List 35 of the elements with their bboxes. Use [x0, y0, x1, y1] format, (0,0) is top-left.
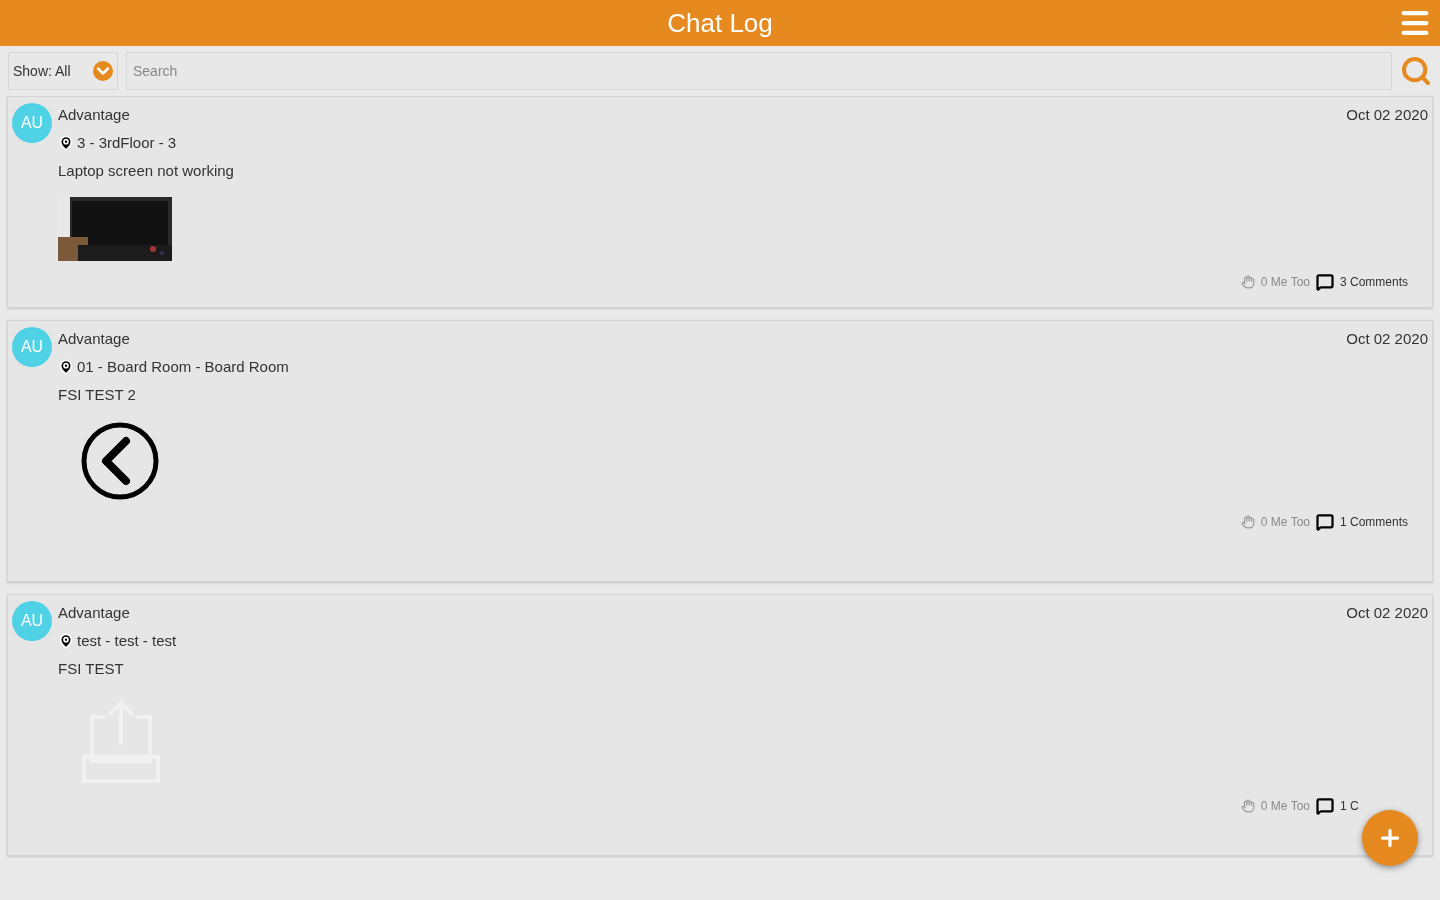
search-icon[interactable]: [1400, 55, 1432, 87]
chevron-down-icon: [93, 61, 113, 81]
post-date: Oct 02 2020: [1346, 603, 1428, 623]
location-text: test - test - test: [77, 631, 177, 651]
page-title: Chat Log: [667, 6, 773, 40]
author-name: Advantage: [58, 329, 130, 349]
hand-icon[interactable]: [1240, 799, 1255, 813]
filter-dropdown[interactable]: Show: All: [8, 52, 118, 90]
message-text: FSI TEST: [58, 659, 125, 679]
author-name: Advantage: [58, 603, 130, 623]
post-date: Oct 02 2020: [1346, 329, 1428, 349]
comment-icon[interactable]: [1316, 513, 1334, 531]
location-pin-icon: [58, 633, 74, 649]
location-pin-icon: [58, 135, 74, 151]
message-text: FSI TEST 2: [58, 385, 137, 405]
hand-icon[interactable]: [1240, 515, 1255, 529]
comment-icon[interactable]: [1316, 797, 1334, 815]
search-field[interactable]: Search: [126, 52, 1392, 90]
post-card[interactable]: AU Advantage Oct 02 2020 3 - 3rdFloor - 3 Laptop screen not working 0 Me Too 3 Comments: [7, 96, 1433, 308]
avatar: AU: [12, 327, 52, 367]
comment-icon[interactable]: [1316, 273, 1334, 291]
location-text: 01 - Board Room - Board Room: [77, 357, 289, 377]
hand-icon[interactable]: [1240, 275, 1255, 289]
location-pin-icon: [58, 359, 74, 375]
post-card[interactable]: AU Advantage Oct 02 2020 test - test - test FSI TEST 0 Me Too 1 C: [7, 594, 1433, 856]
avatar: AU: [12, 601, 52, 641]
comments-link[interactable]: 1 Comments: [1340, 513, 1409, 531]
message-text: Laptop screen not working: [58, 161, 235, 181]
post-date: Oct 02 2020: [1346, 105, 1428, 125]
avatar: AU: [12, 103, 52, 143]
comments-link[interactable]: 1 C: [1340, 797, 1359, 815]
author-name: Advantage: [58, 105, 130, 125]
post-card[interactable]: AU Advantage Oct 02 2020 01 - Board Room - Board Room FSI TEST 2 0 Me Too 1 Comments: [7, 320, 1433, 582]
location-text: 3 - 3rdFloor - 3: [77, 133, 177, 153]
comments-link[interactable]: 3 Comments: [1340, 273, 1409, 291]
